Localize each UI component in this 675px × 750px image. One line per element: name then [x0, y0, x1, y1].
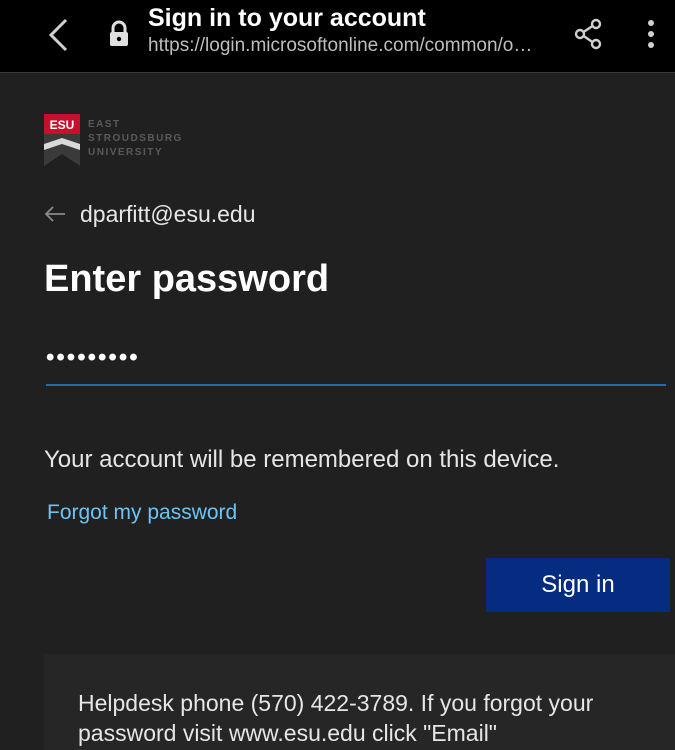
- remember-device-text: Your account will be remembered on this …: [44, 446, 560, 473]
- logo-line: UNIVERSITY: [88, 147, 164, 158]
- share-button[interactable]: [568, 14, 608, 54]
- share-icon: [574, 18, 602, 50]
- svg-text:ESU: ESU: [50, 118, 75, 132]
- browser-title-block[interactable]: Sign in to your account https://login.mi…: [148, 3, 558, 59]
- identity-banner[interactable]: dparfitt@esu.edu: [44, 198, 256, 230]
- chevron-left-icon: [48, 18, 68, 52]
- sign-in-button[interactable]: Sign in: [486, 558, 670, 612]
- logo-line: STROUDSBURG: [88, 133, 183, 144]
- esu-logo: ESU EAST STROUDSBURG UNIVERSITY: [44, 114, 204, 168]
- arrow-left-icon: [44, 206, 65, 222]
- helpdesk-text: Helpdesk phone (570) 422-3789. If you fo…: [78, 690, 594, 746]
- page-title: Sign in to your account: [148, 4, 426, 32]
- page-url: https://login.microsoftonline.com/common…: [148, 35, 533, 56]
- logo-wordmark: EAST STROUDSBURG UNIVERSITY: [88, 118, 183, 160]
- password-input[interactable]: [46, 332, 666, 386]
- logo-line: EAST: [88, 119, 121, 130]
- overflow-menu-button[interactable]: [636, 14, 666, 54]
- esu-logo-mark: ESU: [44, 114, 80, 166]
- browser-top-bar: Sign in to your account https://login.mi…: [0, 0, 675, 73]
- more-vertical-icon: [648, 20, 654, 48]
- lock-icon[interactable]: [106, 20, 132, 48]
- forgot-password-link[interactable]: Forgot my password: [47, 498, 237, 528]
- browser-back-button[interactable]: [36, 10, 80, 60]
- identity-back-button[interactable]: [44, 199, 74, 229]
- enter-password-heading: Enter password: [44, 258, 330, 300]
- account-email: dparfitt@esu.edu: [80, 200, 256, 227]
- helpdesk-box: Helpdesk phone (570) 422-3789. If you fo…: [44, 654, 675, 750]
